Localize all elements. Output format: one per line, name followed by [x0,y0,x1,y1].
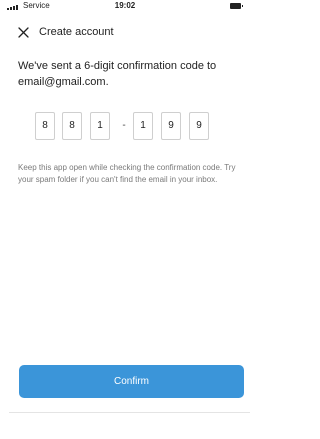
code-digit-2[interactable]: 8 [62,112,82,140]
help-text: Keep this app open while checking the co… [18,163,236,184]
status-time: 19:02 [114,1,136,10]
message-line: We've sent a 6-digit confirmation code t… [18,60,217,72]
confirmation-message: We've sent a 6-digit confirmation code t… [18,59,236,90]
code-digit-6[interactable]: 9 [189,112,209,140]
code-digit-5[interactable]: 9 [161,112,181,140]
confirm-button[interactable]: Confirm [19,365,244,398]
code-input-group: 8 8 1 - 1 9 9 [0,112,250,142]
battery-icon [230,3,241,9]
code-digit-4[interactable]: 1 [133,112,153,140]
email-address: email@gmail.com. [18,75,109,88]
header: Create account [0,21,250,45]
battery-tip [241,5,243,7]
close-icon[interactable] [18,27,29,38]
code-separator: - [122,120,126,131]
bottom-divider [9,412,250,413]
status-bar: Service 19:02 [0,0,250,14]
code-digit-1[interactable]: 8 [35,112,55,140]
page-title: Create account [39,26,114,38]
code-digit-3[interactable]: 1 [90,112,110,140]
